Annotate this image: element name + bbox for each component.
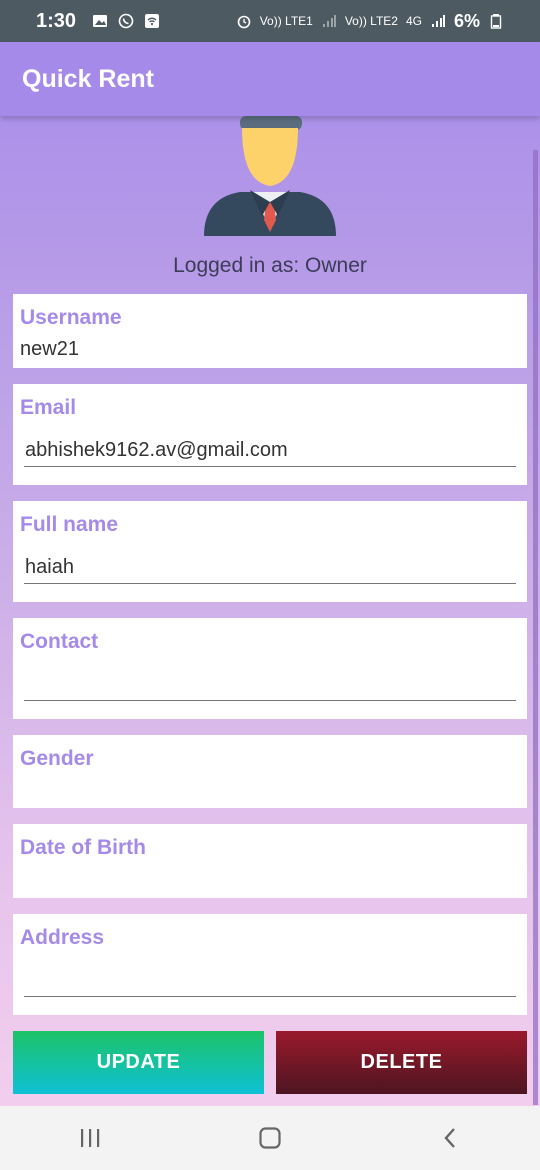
logged-in-text: Logged in as: Owner — [173, 254, 367, 277]
signal-icon — [322, 15, 336, 27]
dob-card[interactable]: Date of Birth — [13, 824, 527, 898]
battery-percent: 6% — [453, 10, 480, 31]
avatar — [204, 116, 336, 236]
recents-icon — [81, 1129, 100, 1147]
home-icon — [259, 1127, 281, 1149]
username-value: new21 — [20, 338, 79, 360]
address-label: Address — [20, 926, 105, 949]
back-icon — [444, 1128, 455, 1148]
home-button[interactable] — [240, 1118, 300, 1158]
address-card: Address — [13, 914, 527, 1015]
app-bar: Quick Rent — [0, 42, 540, 116]
signal-icon — [431, 15, 445, 27]
app-title: Quick Rent — [22, 64, 154, 93]
status-bar: 1:30 Vo)) LTE1 Vo)) LTE2 4G 6% — [0, 0, 540, 42]
scrollbar[interactable] — [533, 150, 538, 1105]
contact-underline — [24, 700, 516, 701]
username-card: Username new21 — [13, 294, 527, 368]
username-label: Username — [20, 306, 122, 329]
email-field[interactable]: abhishek9162.av@gmail.com — [25, 439, 288, 462]
navigation-bar — [0, 1106, 540, 1170]
gender-card[interactable]: Gender — [13, 735, 527, 808]
battery-icon — [490, 14, 502, 29]
recents-button[interactable] — [60, 1118, 120, 1158]
contact-label: Contact — [20, 630, 99, 653]
back-button[interactable] — [420, 1118, 480, 1158]
delete-button[interactable]: DELETE — [276, 1031, 527, 1094]
address-underline — [24, 996, 516, 997]
email-underline — [24, 466, 516, 467]
full-name-label: Full name — [20, 513, 119, 536]
dob-label: Date of Birth — [20, 836, 146, 859]
contact-card: Contact — [13, 618, 527, 719]
status-right: Vo)) LTE1 Vo)) LTE2 4G 6% — [236, 11, 504, 32]
image-icon — [93, 15, 108, 27]
whatsapp-icon — [118, 13, 134, 29]
alarm-icon — [237, 15, 250, 29]
wifi-icon — [145, 14, 160, 28]
email-card: Email abhishek9162.av@gmail.com — [13, 384, 527, 485]
status-time: 1:30 — [36, 9, 77, 32]
gender-label: Gender — [20, 747, 94, 770]
email-label: Email — [20, 396, 77, 419]
sim2-label: Vo)) LTE2 — [344, 14, 398, 28]
full-name-field[interactable]: haiah — [25, 556, 74, 579]
update-button[interactable]: UPDATE — [13, 1031, 264, 1094]
sim1-label: Vo)) LTE1 — [259, 14, 313, 28]
network-label: 4G — [405, 14, 422, 28]
status-left: 1:30 — [36, 10, 160, 33]
full-name-underline — [24, 583, 516, 584]
full-name-card: Full name haiah — [13, 501, 527, 602]
